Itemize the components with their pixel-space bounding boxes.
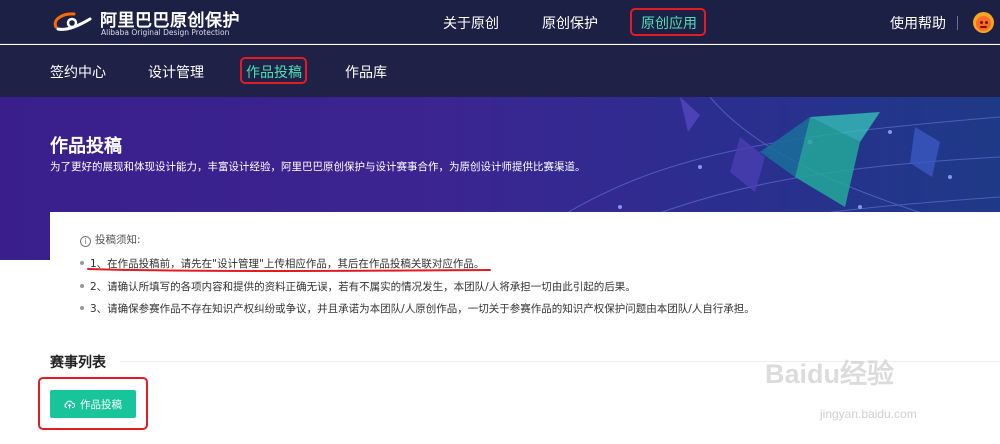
notice-item: 3、请确保参赛作品不存在知识产权纠纷或争议，并且承诺为本团队/人原创作品，一切关… (80, 301, 755, 316)
notice-item-text: 2、请确认所填写的各项内容和提供的资料正确无误，若有不属实的情况发生，本团队/人… (90, 281, 636, 293)
info-icon: i (80, 236, 91, 247)
avatar-eye (980, 21, 983, 24)
subnav-work-library[interactable]: 作品库 (345, 62, 387, 82)
watermark-url: jingyan.baidu.com (820, 407, 917, 421)
alibaba-logo-icon[interactable] (50, 9, 96, 35)
event-list-title: 赛事列表 (50, 355, 106, 371)
header-divider (957, 16, 958, 30)
help-link[interactable]: 使用帮助 (890, 13, 946, 33)
avatar-mouth (980, 26, 987, 28)
submission-notice: i 投稿须知: 1、在作品投稿前，请先在"设计管理"上传相应作品，其后在作品投稿关… (50, 212, 1000, 336)
bullet-icon (80, 306, 84, 310)
annotation-box-subnav (240, 57, 307, 84)
nav-original-protection[interactable]: 原创保护 (542, 13, 598, 33)
notice-item: 2、请确认所填写的各项内容和提供的资料正确无误，若有不属实的情况发生，本团队/人… (80, 279, 636, 294)
notice-heading: i 投稿须知: (80, 232, 141, 247)
avatar-face (976, 16, 991, 31)
baidu-watermark: Baidu经验 (765, 359, 895, 389)
brand-subtitle: Alibaba Original Design Protection (101, 28, 230, 37)
cloud-upload-icon (64, 400, 75, 408)
page-description: 为了更好的展现和体现设计能力，丰富设计经验，阿里巴巴原创保护与设计赛事合作，为原… (50, 161, 586, 173)
avatar-eye (985, 21, 988, 24)
submit-work-label: 作品投稿 (80, 398, 122, 411)
annotation-underline (87, 268, 491, 272)
sub-navigation: 签约中心 设计管理 作品投稿 作品库 (0, 45, 1000, 97)
notice-heading-label: 投稿须知: (95, 234, 141, 246)
bullet-icon (80, 261, 84, 265)
nav-about-original[interactable]: 关于原创 (443, 13, 499, 33)
submit-work-button[interactable]: 作品投稿 (50, 390, 136, 418)
annotation-box-nav (630, 8, 706, 36)
subnav-signing-center[interactable]: 签约中心 (50, 62, 106, 82)
top-header: 阿里巴巴原创保护 Alibaba Original Design Protect… (0, 0, 1000, 44)
bullet-icon (80, 284, 84, 288)
subnav-design-management[interactable]: 设计管理 (148, 62, 204, 82)
avatar-icon[interactable] (973, 12, 994, 33)
page-title: 作品投稿 (50, 136, 122, 157)
notice-item-text: 3、请确保参赛作品不存在知识产权纠纷或争议，并且承诺为本团队/人原创作品，一切关… (90, 303, 755, 315)
